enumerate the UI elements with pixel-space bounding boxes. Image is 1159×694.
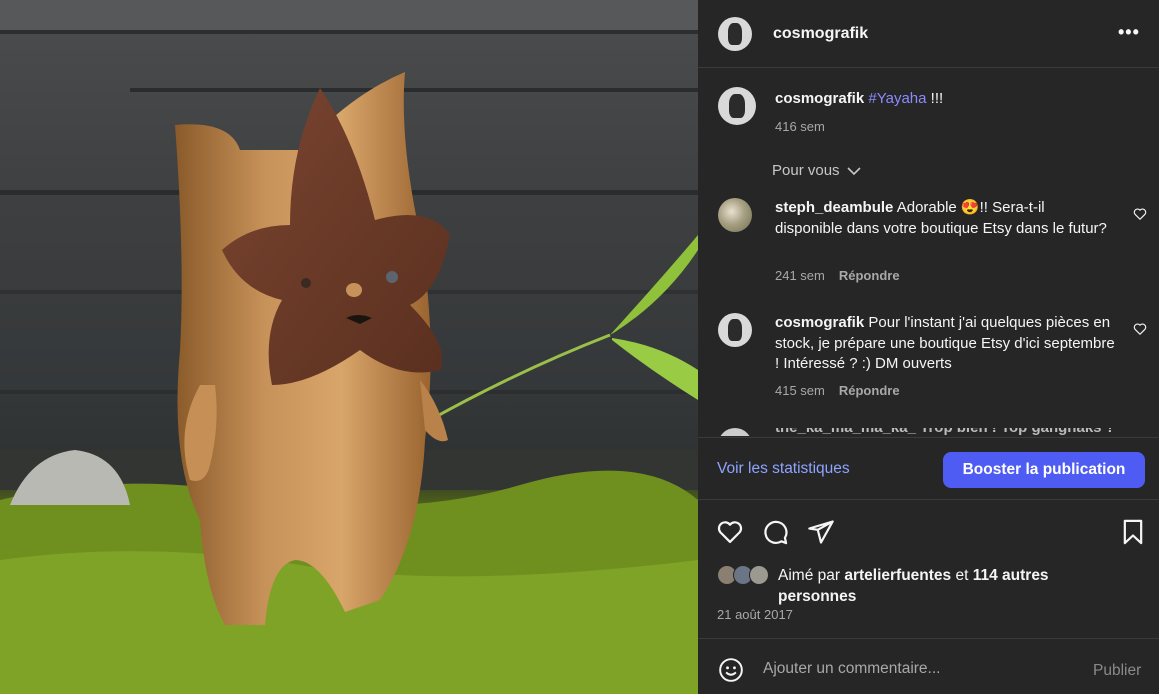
likes-prefix: Aimé par (778, 567, 845, 584)
comment-icon[interactable] (761, 518, 789, 546)
emoji-icon[interactable] (718, 657, 744, 683)
caption-username[interactable]: cosmografik (775, 90, 864, 107)
post-details-panel: cosmografik ••• cosmografik #Yayaha !!! … (698, 0, 1159, 694)
reply-button[interactable]: Répondre (839, 268, 900, 283)
liker-username[interactable]: artelierfuentes (844, 567, 951, 584)
comment-username[interactable]: cosmografik (775, 314, 864, 331)
author-avatar[interactable] (718, 17, 752, 51)
comment-item-clipped: the_ka_ma_ma_ka_ Trop bien ! Top gangnak… (718, 428, 1128, 436)
view-insights-link[interactable]: Voir les statistiques (717, 460, 850, 478)
chevron-down-icon (847, 167, 861, 176)
comment-avatar[interactable] (718, 428, 752, 436)
heart-icon[interactable] (716, 518, 744, 546)
publish-button[interactable]: Publier (1093, 662, 1141, 680)
comment-avatar[interactable] (718, 198, 752, 232)
comment-meta: 415 sem Répondre (775, 383, 900, 398)
boost-post-button[interactable]: Booster la publication (943, 452, 1145, 488)
comment-body: cosmografik Pour l'instant j'ai quelques… (775, 313, 1115, 375)
comment-avatar[interactable] (718, 313, 752, 347)
comment-filter-dropdown[interactable]: Pour vous (772, 162, 862, 179)
caption-time: 416 sem (775, 119, 825, 134)
share-icon[interactable] (807, 518, 835, 546)
comment-input[interactable] (763, 658, 1073, 680)
comment-username[interactable]: steph_deambule (775, 199, 893, 216)
post-viewer: cosmografik ••• cosmografik #Yayaha !!! … (0, 0, 1159, 694)
caption-text: cosmografik #Yayaha !!! (775, 90, 943, 107)
comment-time: 415 sem (775, 383, 825, 398)
comment-text: the_ka_ma_ma_ka_ Trop bien ! Top gangnak… (775, 428, 1128, 436)
comment-time: 241 sem (775, 268, 825, 283)
heart-icon[interactable] (1133, 322, 1147, 336)
caption-hashtag[interactable]: #Yayaha (868, 90, 926, 107)
likes-text: Aimé par artelierfuentes et 114 autres p… (778, 566, 1108, 607)
caption-avatar[interactable] (718, 87, 756, 125)
wooden-figure-illustration (0, 0, 698, 694)
comment-filter-label: Pour vous (772, 162, 840, 179)
bookmark-icon[interactable] (1119, 518, 1147, 546)
caption-suffix: !!! (926, 90, 944, 107)
reply-button[interactable]: Répondre (839, 383, 900, 398)
author-username[interactable]: cosmografik (773, 25, 868, 43)
comment-body: steph_deambule Adorable 😍!! Sera-t-il di… (775, 198, 1115, 239)
insights-bar: Voir les statistiques Booster la publica… (698, 437, 1159, 500)
post-date: 21 août 2017 (717, 607, 793, 622)
heart-icon[interactable] (1133, 207, 1147, 221)
likes-middle: et (951, 567, 973, 584)
post-header: cosmografik ••• (698, 0, 1159, 68)
add-comment-bar: Publier (698, 638, 1159, 694)
post-photo (0, 0, 698, 694)
liker-avatar (749, 565, 769, 585)
more-icon[interactable]: ••• (1118, 22, 1140, 43)
comment-meta: 241 sem Répondre (775, 268, 900, 283)
